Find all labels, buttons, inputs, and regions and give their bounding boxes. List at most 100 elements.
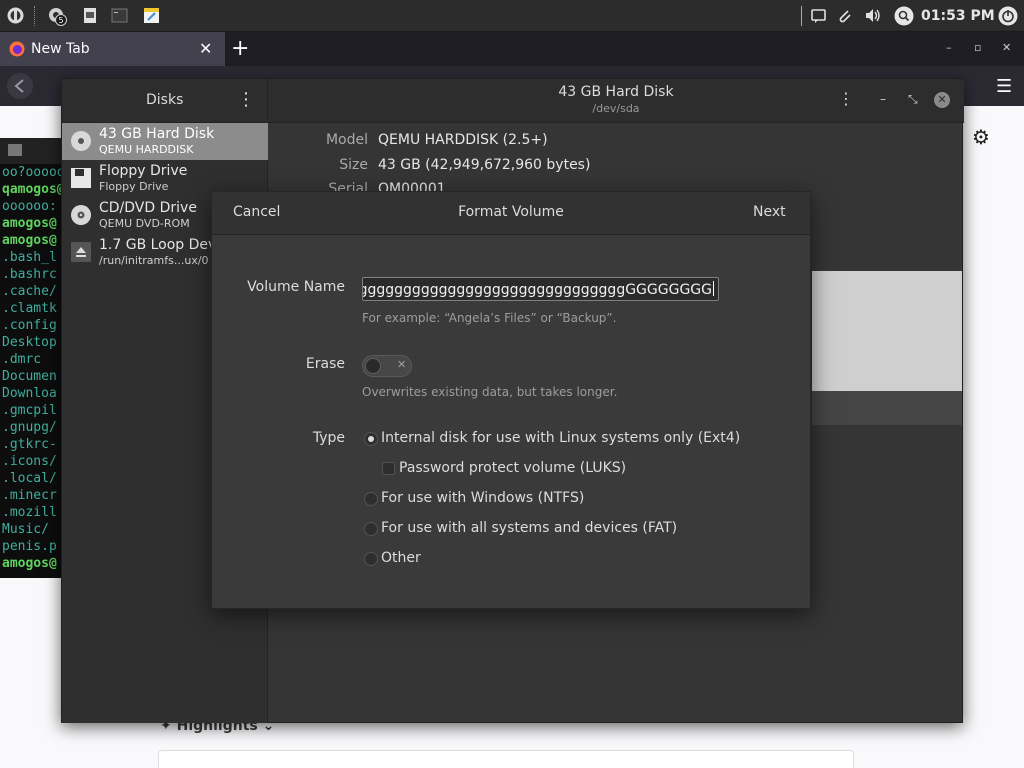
type-label: Type: [312, 430, 345, 446]
update-badge: 5: [58, 16, 63, 25]
dialog-title: Format Volume: [458, 204, 564, 220]
device-name: 43 GB Hard Disk: [99, 126, 215, 142]
file-icon[interactable]: [82, 7, 99, 24]
terminal-icon: [8, 144, 22, 156]
terminal-icon[interactable]: [111, 7, 128, 24]
volume-name-label: Volume Name: [247, 279, 345, 295]
terminal-line: .minecr: [2, 488, 57, 503]
erase-hint: Overwrites existing data, but takes long…: [362, 385, 618, 399]
minimize-icon[interactable]: –: [880, 92, 886, 106]
terminal-line: .bash_l: [2, 250, 57, 265]
terminal-line: .clamtk: [2, 301, 57, 316]
disks-app-title: Disks: [146, 92, 184, 108]
terminal-output: oo?ooooo qamogos@ oooooo: amogos@ amogos@ .ba…: [0, 164, 62, 572]
terminal-line: amogos@: [2, 216, 57, 231]
erase-toggle[interactable]: ✕: [362, 355, 412, 377]
volume-graphic[interactable]: [812, 271, 962, 391]
terminal-line: oooooo:: [2, 199, 57, 214]
firefox-icon: [9, 41, 25, 57]
model-label: Model: [325, 132, 368, 148]
disk-subtitle: /dev/sda: [592, 102, 640, 115]
update-notifier-icon[interactable]: 5: [48, 6, 68, 26]
top-panel: 5 01:53 PM: [0, 0, 1024, 32]
option-ext4[interactable]: Internal disk for use with Linux systems…: [381, 430, 740, 446]
device-subtitle: QEMU DVD-ROM: [99, 217, 190, 230]
close-tab-icon[interactable]: ✕: [199, 39, 212, 58]
close-icon[interactable]: ✕: [934, 92, 950, 108]
highlights-card: [158, 750, 854, 768]
option-ntfs[interactable]: For use with Windows (NTFS): [381, 490, 584, 506]
text-editor-icon[interactable]: [143, 7, 160, 24]
option-other[interactable]: Other: [381, 550, 421, 566]
device-name: CD/DVD Drive: [99, 200, 197, 216]
dialog-header: Cancel Format Volume Next: [212, 192, 810, 235]
terminal-line: .gtkrc-: [2, 437, 57, 452]
disk-title: 43 GB Hard Disk: [558, 84, 674, 100]
back-icon[interactable]: [6, 72, 34, 100]
close-icon[interactable]: ✕: [1002, 41, 1011, 54]
terminal-line: .icons/: [2, 454, 57, 469]
attachment-icon[interactable]: [836, 7, 853, 24]
option-luks[interactable]: Password protect volume (LUKS): [399, 460, 626, 476]
device-name: Floppy Drive: [99, 163, 188, 179]
volume-name-input[interactable]: gggggggggggggggggggggggggggggggggggGGGGG…: [362, 277, 719, 301]
device-subtitle: /run/initramfs...ux/0: [99, 254, 209, 267]
terminal-line: .mozill: [2, 505, 57, 520]
device-hard-disk[interactable]: 43 GB Hard Disk QEMU HARDDISK: [62, 123, 268, 160]
toggle-knob: [365, 358, 381, 374]
volume-toolbar: [812, 391, 962, 425]
model-value: QEMU HARDDISK (2.5+): [378, 132, 548, 148]
panel-separator: [801, 6, 802, 26]
size-label: Size: [339, 157, 368, 173]
terminal-line: .gmcpil: [2, 403, 57, 418]
new-tab-button[interactable]: +: [231, 36, 249, 61]
radio-ext4[interactable]: [364, 432, 378, 446]
maximize-icon[interactable]: ▫: [974, 41, 981, 54]
floppy-icon: [71, 168, 91, 188]
minimize-icon[interactable]: –: [946, 41, 952, 54]
clock[interactable]: 01:53 PM: [921, 8, 995, 24]
toggle-off-icon: ✕: [397, 358, 407, 371]
volume-name-text: gggggggggggggggggggggggggggggggggggGGGGG…: [362, 281, 714, 298]
power-icon[interactable]: [998, 6, 1018, 26]
terminal-line: penis.p: [2, 539, 57, 554]
size-value: 43 GB (42,949,672,960 bytes): [378, 157, 591, 173]
next-button[interactable]: Next: [753, 204, 786, 220]
app-menu-icon[interactable]: ⋮: [237, 89, 255, 110]
terminal-line: .local/: [2, 471, 57, 486]
optical-disc-icon: [71, 205, 91, 225]
terminal-line: .cache/: [2, 284, 57, 299]
terminal-line: .bashrc: [2, 267, 57, 282]
menu-icon[interactable]: ☰: [996, 76, 1012, 97]
radio-other[interactable]: [364, 552, 378, 566]
disks-header: 43 GB Hard Disk /dev/sda ⋮ – ⤡ ✕: [268, 79, 964, 123]
radio-fat[interactable]: [364, 522, 378, 536]
tab-strip: New Tab ✕ + – ▫ ✕: [0, 32, 1024, 66]
terminal-line: Documen: [2, 369, 57, 384]
checkbox-luks[interactable]: [382, 462, 395, 475]
terminal-line: qamogos@: [2, 182, 62, 197]
terminal-window[interactable]: oo?ooooo qamogos@ oooooo: amogos@ amogos@ .ba…: [0, 138, 62, 578]
terminal-line: Downloa: [2, 386, 57, 401]
chat-icon[interactable]: [810, 7, 827, 24]
terminal-line: Music/: [2, 522, 49, 537]
device-subtitle: Floppy Drive: [99, 180, 169, 193]
terminal-line: amogos@: [2, 556, 57, 571]
terminal-line: .config: [2, 318, 57, 333]
terminal-header: [0, 138, 62, 164]
search-icon[interactable]: [894, 6, 914, 26]
gear-icon[interactable]: ⚙: [972, 125, 990, 149]
menu-icon[interactable]: [7, 7, 24, 24]
restore-icon[interactable]: ⤡: [908, 92, 918, 107]
option-fat[interactable]: For use with all systems and devices (FA…: [381, 520, 677, 536]
radio-ntfs[interactable]: [364, 492, 378, 506]
terminal-line: .dmrc: [2, 352, 42, 367]
drive-menu-icon[interactable]: ⋮: [838, 89, 854, 108]
device-subtitle: QEMU HARDDISK: [99, 143, 194, 156]
tab-new-tab[interactable]: New Tab ✕: [0, 32, 225, 66]
hard-disk-icon: [71, 131, 91, 151]
volume-icon[interactable]: [864, 7, 881, 24]
terminal-line: Desktop: [2, 335, 57, 350]
eject-icon: [71, 242, 91, 262]
terminal-line: oo?ooooo: [2, 165, 62, 180]
